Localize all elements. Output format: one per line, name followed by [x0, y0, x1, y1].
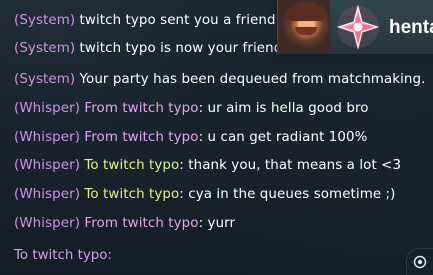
chat-settings-icon	[413, 255, 427, 269]
message-prefix: (System)	[14, 13, 76, 28]
friend-name: henta	[389, 17, 433, 38]
chat-input[interactable]: To twitch typo:	[14, 246, 374, 270]
chat-message: (System) Your party has been dequeued fr…	[14, 70, 425, 99]
message-text: : yurr	[198, 216, 236, 231]
chat-message: (Whisper) To twitch typo: thank you, tha…	[14, 156, 401, 185]
chat-message: (Whisper) From twitch typo: u can get ra…	[14, 128, 367, 157]
chat-message: (System) twitch typo is now your friend.	[14, 39, 287, 68]
message-prefix: (System)	[14, 41, 76, 56]
message-prefix: (Whisper)	[14, 130, 81, 145]
message-prefix: (Whisper)	[14, 187, 81, 202]
chat-message: (Whisper) To twitch typo: cya in the que…	[14, 185, 396, 214]
message-text: : ur aim is hella good bro	[198, 101, 369, 116]
player-avatar-icon	[278, 0, 330, 54]
message-text: Your party has been dequeued from matchm…	[75, 72, 426, 87]
message-text: : u can get radiant 100%	[198, 130, 368, 145]
friend-request-card[interactable]: henta	[277, 0, 433, 54]
message-text: twitch typo is now your friend.	[75, 41, 287, 56]
message-target: From twitch typo	[84, 101, 199, 116]
message-text: : thank you, that means a lot <3	[179, 158, 402, 173]
chat-settings-button[interactable]	[406, 248, 433, 275]
message-text: : cya in the queues sometime ;)	[179, 187, 396, 202]
chat-message: (Whisper) From twitch typo: yurr	[14, 214, 235, 243]
message-target: To twitch typo	[84, 158, 180, 173]
message-prefix: (System)	[14, 72, 76, 87]
message-target: To twitch typo	[84, 187, 180, 202]
message-target: From twitch typo	[84, 130, 199, 145]
chat-message: (Whisper) From twitch typo: ur aim is he…	[14, 99, 369, 128]
message-prefix: (Whisper)	[14, 101, 81, 116]
message-prefix: (Whisper)	[14, 216, 81, 231]
rank-icon	[336, 4, 380, 50]
message-target: From twitch typo	[84, 216, 199, 231]
message-prefix: (Whisper)	[14, 158, 81, 173]
